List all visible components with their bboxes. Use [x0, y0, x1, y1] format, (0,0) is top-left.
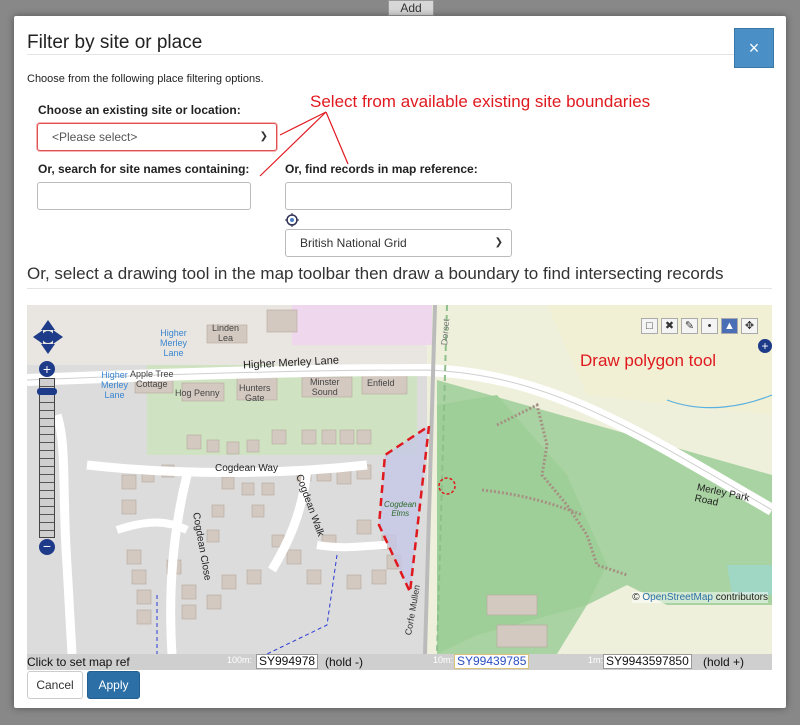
layer-switcher-button[interactable]: +	[758, 339, 772, 353]
grid-system-value: British National Grid	[300, 236, 407, 250]
zoom-slider-handle[interactable]	[37, 388, 57, 395]
cancel-button[interactable]: Cancel	[27, 671, 83, 699]
zoom-out-button[interactable]: −	[39, 539, 55, 555]
background-add-button: Add	[388, 0, 434, 16]
filter-dialog: Filter by site or place × Choose from th…	[14, 16, 786, 708]
zoom-in-button[interactable]: +	[39, 361, 55, 377]
house-label-enfield: Enfield	[367, 378, 395, 388]
apply-button[interactable]: Apply	[87, 671, 140, 699]
road-label-cogdean-way: Cogdean Way	[215, 463, 278, 474]
clear-icon[interactable]: ✖	[661, 318, 678, 334]
pan-left-icon	[33, 330, 43, 344]
place-label-cogdean-elms: Cogdean Elms	[384, 500, 417, 518]
house-label-linden-lea: Linden Lea	[212, 323, 240, 343]
ref-100m[interactable]: SY994978	[256, 654, 319, 669]
annotation-draw-text: Draw polygon tool	[580, 351, 717, 370]
house-label-minster-sound: Minster Sound	[310, 377, 340, 397]
pan-down-icon	[41, 344, 55, 354]
ref-10m[interactable]: SY99439785	[454, 654, 530, 669]
place-label-higher-merley-lane: Higher Merley Lane	[160, 328, 188, 358]
house-label-hunters-gate: Hunters Gate	[239, 383, 271, 403]
select-box-icon[interactable]: □	[641, 318, 658, 334]
pan-right-icon	[53, 330, 63, 344]
zoom-slider[interactable]	[39, 378, 55, 538]
pan-control[interactable]	[31, 318, 65, 356]
map-panel[interactable]: Higher Merley Lane Higher Merley Lane High…	[27, 305, 772, 654]
drawing-heading: Or, select a drawing tool in the map too…	[27, 264, 724, 283]
draw-point-icon[interactable]: •	[701, 318, 718, 334]
edit-icon[interactable]: ✎	[681, 318, 698, 334]
house-label-apple-tree-cottage: Apple Tree Cottage	[130, 369, 174, 389]
bus-stop-label: Higher Merley Lane	[101, 370, 129, 400]
heading-divider	[27, 288, 772, 289]
click-to-set-text: Click to set map ref	[27, 655, 130, 669]
osm-link[interactable]: OpenStreetMap	[642, 592, 713, 603]
chevron-down-icon: ❯	[494, 237, 503, 248]
pan-icon[interactable]: ✥	[741, 318, 758, 334]
ref-1m[interactable]: SY9943597850	[603, 654, 692, 669]
draw-polygon-icon[interactable]: ▲	[721, 318, 738, 334]
map-status-bar: Click to set map ref 100m: SY994978 (hol…	[27, 654, 772, 670]
annotation-arrows	[259, 111, 349, 177]
grid-system-select[interactable]: British National Grid ❯	[285, 229, 512, 257]
map-attribution: © OpenStreetMap contributors	[632, 592, 768, 603]
pan-up-icon	[41, 320, 55, 330]
house-label-hog-penny: Hog Penny	[175, 388, 220, 398]
